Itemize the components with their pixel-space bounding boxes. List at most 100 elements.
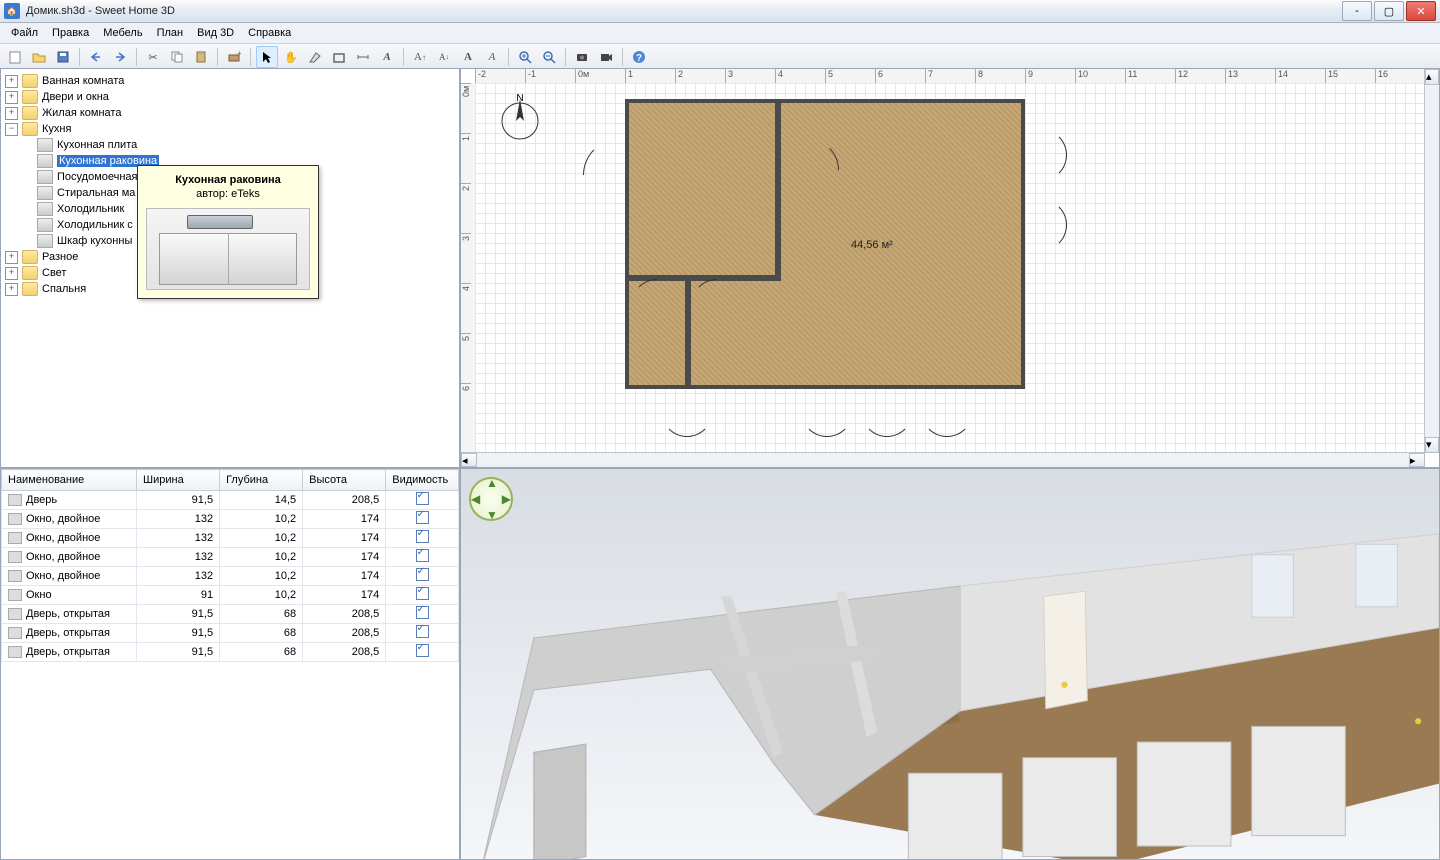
cell-depth: 68 [220,643,303,662]
zoom-out-button[interactable] [538,46,560,68]
cell-visibility[interactable] [386,510,459,529]
undo-button[interactable] [85,46,107,68]
col-name[interactable]: Наименование [2,470,137,491]
menu-edit[interactable]: Правка [45,25,96,41]
text-tool[interactable]: A [376,46,398,68]
ruler-vertical: 0м123456 [461,83,476,467]
menu-furniture[interactable]: Мебель [96,25,149,41]
dimension-tool[interactable] [352,46,374,68]
cell-visibility[interactable] [386,624,459,643]
cell-visibility[interactable] [386,491,459,510]
room-tool[interactable] [328,46,350,68]
text-dec-button[interactable]: A↓ [433,46,455,68]
ruler-tick: 9 [1025,69,1075,83]
open-button[interactable] [28,46,50,68]
video-button[interactable] [595,46,617,68]
expand-icon[interactable]: + [5,75,18,88]
cell-visibility[interactable] [386,605,459,624]
folder-label: Разное [42,251,78,263]
cell-depth: 10,2 [220,510,303,529]
table-row[interactable]: Окно, двойное 132 10,2 174 [2,510,459,529]
ruler-tick: 2 [675,69,725,83]
tree-item[interactable]: Кухонная плита [3,137,457,153]
col-width[interactable]: Ширина [137,470,220,491]
table-row[interactable]: Дверь 91,5 14,5 208,5 [2,491,459,510]
checkbox-icon[interactable] [416,530,429,543]
folder-icon [22,90,38,104]
checkbox-icon[interactable] [416,568,429,581]
table-row[interactable]: Окно 91 10,2 174 [2,586,459,605]
bold-button[interactable]: A [457,46,479,68]
save-button[interactable] [52,46,74,68]
redo-button[interactable] [109,46,131,68]
checkbox-icon[interactable] [416,625,429,638]
cut-button[interactable]: ✂ [142,46,164,68]
italic-button[interactable]: A [481,46,503,68]
menu-3dview[interactable]: Вид 3D [190,25,241,41]
table-row[interactable]: Окно, двойное 132 10,2 174 [2,567,459,586]
help-button[interactable]: ? [628,46,650,68]
table-row[interactable]: Окно, двойное 132 10,2 174 [2,529,459,548]
ruler-tick: -1 [525,69,575,83]
table-row[interactable]: Дверь, открытая 91,5 68 208,5 [2,624,459,643]
cell-visibility[interactable] [386,567,459,586]
ruler-tick: 6 [875,69,925,83]
scrollbar-horizontal[interactable]: ◂ ▸ [461,452,1425,467]
view3d[interactable]: ▲ ▼ ◀ ▶ [461,469,1439,859]
tree-folder[interactable]: +Жилая комната [3,105,457,121]
nav-left-icon[interactable]: ◀ [471,493,480,505]
cell-depth: 10,2 [220,567,303,586]
nav-right-icon[interactable]: ▶ [502,493,511,505]
expand-icon[interactable]: + [5,283,18,296]
expand-icon[interactable]: + [5,267,18,280]
text-inc-button[interactable]: A↑ [409,46,431,68]
wall-tool[interactable] [304,46,326,68]
expand-icon[interactable]: + [5,107,18,120]
cell-visibility[interactable] [386,529,459,548]
checkbox-icon[interactable] [416,587,429,600]
col-visibility[interactable]: Видимость [386,470,459,491]
ruler-tick: 12 [1175,69,1225,83]
copy-button[interactable] [166,46,188,68]
zoom-in-button[interactable] [514,46,536,68]
nav-up-icon[interactable]: ▲ [486,477,498,489]
tree-folder[interactable]: +Двери и окна [3,89,457,105]
pan-tool[interactable]: ✋ [280,46,302,68]
col-depth[interactable]: Глубина [220,470,303,491]
furniture-table[interactable]: Наименование Ширина Глубина Высота Видим… [1,469,459,662]
scrollbar-vertical[interactable]: ▴ ▾ [1424,69,1439,453]
checkbox-icon[interactable] [416,549,429,562]
new-button[interactable] [4,46,26,68]
table-row[interactable]: Окно, двойное 132 10,2 174 [2,548,459,567]
menu-help[interactable]: Справка [241,25,298,41]
tree-folder[interactable]: +Ванная комната [3,73,457,89]
checkbox-icon[interactable] [416,511,429,524]
checkbox-icon[interactable] [416,644,429,657]
expand-icon[interactable]: + [5,251,18,264]
expand-icon[interactable]: − [5,123,18,136]
nav-down-icon[interactable]: ▼ [486,509,498,521]
paste-button[interactable] [190,46,212,68]
maximize-button[interactable]: ▢ [1374,1,1404,21]
nav3d-widget[interactable]: ▲ ▼ ◀ ▶ [469,477,513,521]
menu-file[interactable]: Файл [4,25,45,41]
checkbox-icon[interactable] [416,606,429,619]
menu-plan[interactable]: План [150,25,191,41]
checkbox-icon[interactable] [416,492,429,505]
item-label: Посудомоечная [57,171,138,183]
expand-icon[interactable]: + [5,91,18,104]
tree-folder[interactable]: −Кухня [3,121,457,137]
plan-view[interactable]: -2-10м12345678910111213141516 0м123456 N [461,69,1439,467]
minimize-button[interactable]: - [1342,1,1372,21]
cell-height: 174 [303,529,386,548]
cell-visibility[interactable] [386,586,459,605]
add-furniture-button[interactable]: + [223,46,245,68]
table-row[interactable]: Дверь, открытая 91,5 68 208,5 [2,605,459,624]
close-button[interactable]: ✕ [1406,1,1436,21]
camera-button[interactable] [571,46,593,68]
cell-visibility[interactable] [386,643,459,662]
cell-visibility[interactable] [386,548,459,567]
col-height[interactable]: Высота [303,470,386,491]
select-tool[interactable] [256,46,278,68]
table-row[interactable]: Дверь, открытая 91,5 68 208,5 [2,643,459,662]
